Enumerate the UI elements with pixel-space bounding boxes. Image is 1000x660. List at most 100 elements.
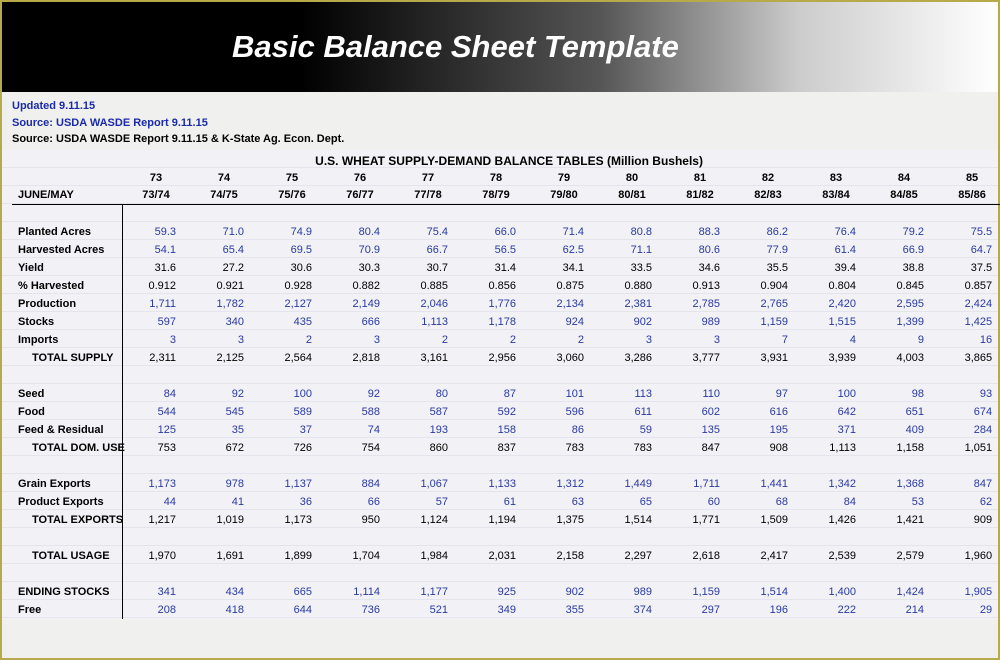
cell: 113 (598, 385, 666, 403)
cell: 783 (598, 439, 666, 457)
cell: 2,956 (462, 349, 530, 367)
cell: 2 (462, 331, 530, 349)
cell: 2,595 (870, 295, 938, 313)
cell: 340 (190, 313, 258, 331)
cell: 665 (258, 583, 326, 601)
cell: 0.882 (326, 277, 394, 295)
meta-updated: Updated 9.11.15 (12, 98, 988, 115)
cell: 3 (326, 331, 394, 349)
header-empty (12, 169, 122, 187)
cell: 4 (802, 331, 870, 349)
cell: 3,931 (734, 349, 802, 367)
row-label: % Harvested (12, 277, 122, 295)
cell: 592 (462, 403, 530, 421)
cell: 196 (734, 601, 802, 619)
cell: 297 (666, 601, 734, 619)
page-title: Basic Balance Sheet Template (232, 29, 679, 65)
cell: 56.5 (462, 241, 530, 259)
cell: 349 (462, 601, 530, 619)
cell: 544 (122, 403, 190, 421)
season-col: 82/83 (734, 187, 802, 205)
cell: 16 (938, 331, 1000, 349)
cell: 2,424 (938, 295, 1000, 313)
cell: 193 (394, 421, 462, 439)
cell: 125 (122, 421, 190, 439)
cell: 98 (870, 385, 938, 403)
cell: 2,134 (530, 295, 598, 313)
season-col: 77/78 (394, 187, 462, 205)
cell: 1,711 (122, 295, 190, 313)
cell: 642 (802, 403, 870, 421)
year-col: 85 (938, 169, 1000, 187)
cell: 66.0 (462, 223, 530, 241)
season-col: 80/81 (598, 187, 666, 205)
cell: 726 (258, 439, 326, 457)
cell: 2,564 (258, 349, 326, 367)
cell: 2,125 (190, 349, 258, 367)
balance-table: U.S. WHEAT SUPPLY-DEMAND BALANCE TABLES … (12, 150, 1000, 619)
cell: 2,311 (122, 349, 190, 367)
cell: 2,618 (666, 547, 734, 565)
season-col: 75/76 (258, 187, 326, 205)
cell: 418 (190, 601, 258, 619)
cell: 837 (462, 439, 530, 457)
cell: 1,194 (462, 511, 530, 529)
row-label: TOTAL SUPPLY (12, 349, 122, 367)
cell: 65.4 (190, 241, 258, 259)
cell: 545 (190, 403, 258, 421)
cell: 1,124 (394, 511, 462, 529)
cell: 409 (870, 421, 938, 439)
cell: 783 (530, 439, 598, 457)
cell: 602 (666, 403, 734, 421)
cell: 68 (734, 493, 802, 511)
cell: 587 (394, 403, 462, 421)
year-col: 73 (122, 169, 190, 187)
meta-source1: Source: USDA WASDE Report 9.11.15 (12, 115, 988, 132)
cell: 1,514 (734, 583, 802, 601)
cell: 1,173 (122, 475, 190, 493)
cell: 1,400 (802, 583, 870, 601)
cell: 1,375 (530, 511, 598, 529)
cell: 214 (870, 601, 938, 619)
cell: 80 (394, 385, 462, 403)
cell: 0.857 (938, 277, 1000, 295)
cell: 3,777 (666, 349, 734, 367)
season-col: 84/85 (870, 187, 938, 205)
cell: 2,149 (326, 295, 394, 313)
cell: 71.0 (190, 223, 258, 241)
cell: 88.3 (666, 223, 734, 241)
cell: 2,765 (734, 295, 802, 313)
cell: 847 (666, 439, 734, 457)
cell: 434 (190, 583, 258, 601)
cell: 97 (734, 385, 802, 403)
cell: 588 (326, 403, 394, 421)
cell: 1,342 (802, 475, 870, 493)
season-col: 79/80 (530, 187, 598, 205)
cell: 1,441 (734, 475, 802, 493)
cell: 7 (734, 331, 802, 349)
spacer (12, 367, 122, 385)
cell: 101 (530, 385, 598, 403)
row-label: Grain Exports (12, 475, 122, 493)
cell: 80.8 (598, 223, 666, 241)
cell: 909 (938, 511, 1000, 529)
cell: 1,137 (258, 475, 326, 493)
cell: 33.5 (598, 259, 666, 277)
cell: 31.4 (462, 259, 530, 277)
cell: 80.4 (326, 223, 394, 241)
cell: 1,776 (462, 295, 530, 313)
cell: 110 (666, 385, 734, 403)
cell: 0.804 (802, 277, 870, 295)
cell: 93 (938, 385, 1000, 403)
cell: 435 (258, 313, 326, 331)
cell: 666 (326, 313, 394, 331)
cell: 596 (530, 403, 598, 421)
cell: 100 (802, 385, 870, 403)
cell: 1,899 (258, 547, 326, 565)
cell: 371 (802, 421, 870, 439)
cell: 1,771 (666, 511, 734, 529)
cell: 61.4 (802, 241, 870, 259)
cell: 31.6 (122, 259, 190, 277)
cell: 3,865 (938, 349, 1000, 367)
cell: 989 (598, 583, 666, 601)
